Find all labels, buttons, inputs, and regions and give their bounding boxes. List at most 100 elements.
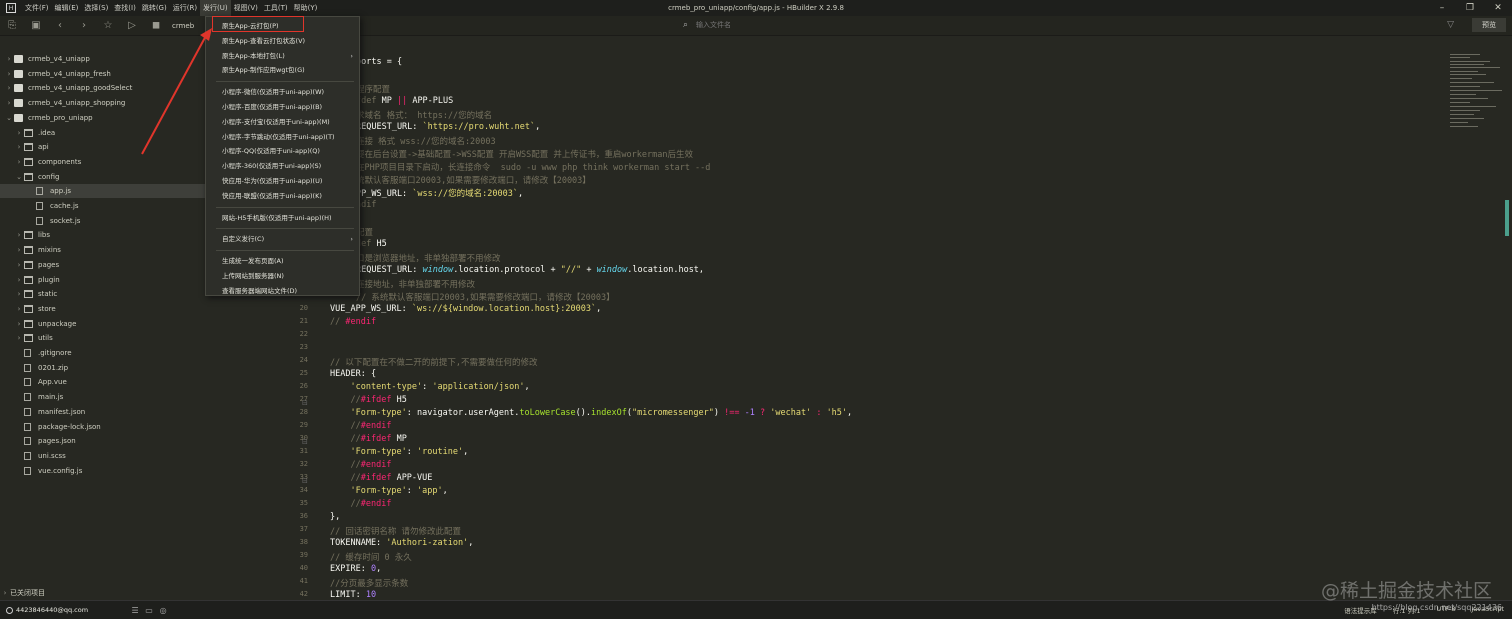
code-line[interactable]: //分页最多显示条数 [330,577,408,589]
publish-menu-item[interactable]: 快应用-华为(仅适用于uni-app)(U) [206,174,359,188]
file-search[interactable]: ⌕ 输入文件名 [683,20,731,30]
file-item[interactable]: package-lock.json [14,420,101,434]
vertical-scrollbar[interactable] [1505,200,1509,236]
code-line[interactable]: PP_WS_URL: `wss://您的域名:20003`, [356,187,523,199]
preview-button[interactable]: 预览 [1472,18,1506,32]
folder-item[interactable]: › unpackage [14,317,76,331]
publish-menu-item[interactable]: 小程序-360(仅适用于uni-app)(S) [206,159,359,173]
file-item[interactable]: App.vue [14,375,67,389]
closed-projects[interactable]: › 已关闭项目 [0,586,282,600]
fold-marker-icon[interactable]: ⊟ [302,477,308,485]
file-item[interactable]: main.js [14,390,63,404]
code-line[interactable]: HEADER: { [330,369,376,379]
code-line[interactable]: 'Form-type': navigator.userAgent.toLower… [330,408,852,418]
project-item[interactable]: ⌄ crmeb_pro_uniapp [4,111,93,125]
code-line[interactable]: REQUEST_URL: `https://pro.wuht.net`, [356,122,540,132]
globe-icon[interactable]: ◎ [156,606,170,615]
folder-item[interactable]: › api [14,140,49,154]
menu-item[interactable]: 帮助(Y) [291,0,321,16]
code-line[interactable]: ports = { [356,57,402,67]
publish-menu-item[interactable]: 网站-H5手机版(仅适用于uni-app)(H) [206,211,359,225]
project-item[interactable]: › crmeb_v4_uniapp_shopping [4,96,125,110]
file-item[interactable]: uni.scss [14,449,66,463]
code-line[interactable]: def H5 [356,239,387,249]
menu-item[interactable]: 运行(R) [170,0,200,16]
code-line[interactable]: fdef MP || APP-PLUS [356,96,453,106]
publish-menu-item[interactable]: 生成统一发布页面(A) [206,254,359,268]
close-icon[interactable]: ✕ [1484,0,1512,16]
project-item[interactable]: › crmeb_v4_uniapp_fresh [4,67,111,81]
maximize-icon[interactable]: ❐ [1456,0,1484,16]
folder-item[interactable]: › static [14,287,57,301]
file-search-input[interactable]: 输入文件名 [696,20,731,30]
menu-item[interactable]: 发行(U) [200,0,231,16]
save-icon[interactable]: ▣ [24,20,48,31]
code-line[interactable]: LIMIT: 10 [330,590,376,600]
favorite-icon[interactable]: ☆ [96,20,120,31]
folder-item[interactable]: › plugin [14,273,60,287]
code-line[interactable]: TOKENNAME: 'Authori-zation', [330,538,473,548]
code-line[interactable]: // 系统默认客服端口20003,如果需要修改端口，请修改【20003】 [356,291,615,303]
code-line[interactable]: 求域名 格式： https://您的域名 [356,109,492,121]
file-item[interactable]: vue.config.js [14,464,82,478]
code-line[interactable]: EXPIRE: 0, [330,564,381,574]
code-line[interactable]: 口是浏览器地址，非单独部署不用修改 [356,252,501,264]
code-line[interactable]: // #endif [330,317,376,327]
code-line[interactable]: 要在后台设置->基础配置->WSS配置 开启WSS配置 并上传证书，重启work… [356,148,693,160]
code-line[interactable]: //#ifdef H5 [330,395,406,405]
folder-item[interactable]: › .idea [14,126,55,140]
filter-icon[interactable]: ▽ [1447,20,1454,30]
publish-menu-item[interactable]: 上传网站到服务器(N) [206,269,359,283]
minimize-icon[interactable]: – [1428,0,1456,16]
code-line[interactable]: 'content-type': 'application/json', [330,382,529,392]
publish-menu-item[interactable]: 自定义发行(C) › [206,232,359,246]
menu-item[interactable]: 选择(S) [81,0,111,16]
file-item[interactable]: pages.json [14,434,76,448]
fold-marker-icon[interactable]: ⊟ [302,438,308,446]
code-line[interactable]: REQUEST_URL: window.location.protocol + … [356,265,704,275]
code-line[interactable]: 统默认客服端口20003,如果需要修改端口，请修改【20003】 [356,174,591,186]
project-item[interactable]: › crmeb_v4_uniapp [4,52,90,66]
code-line[interactable]: VUE_APP_WS_URL: `ws://${window.location.… [330,304,601,314]
publish-menu-item[interactable]: 快应用-联盟(仅适用于uni-app)(K) [206,189,359,203]
menu-item[interactable]: 视图(V) [231,0,261,16]
folder-item[interactable]: › mixins [14,243,61,257]
publish-menu-item[interactable]: 查看服务器端网站文件(D) [206,284,359,298]
user-account[interactable]: 4423846440@qq.com [6,606,88,614]
project-item[interactable]: › crmeb_v4_uniapp_goodSelect [4,81,132,95]
folder-item[interactable]: › store [14,302,56,316]
code-line[interactable]: }, [330,512,340,522]
image-icon[interactable]: ▭ [142,606,156,615]
code-line[interactable]: //#endif [330,460,391,470]
menu-item[interactable]: 编辑(E) [52,0,82,16]
menu-item[interactable]: 工具(T) [261,0,291,16]
new-file-icon[interactable]: ⎘ [0,20,24,31]
folder-item[interactable]: › pages [14,258,59,272]
code-line[interactable]: 'Form-type': 'routine', [330,447,468,457]
code-line[interactable]: 连接地址，非单独部署不用修改 [356,278,475,290]
file-item[interactable]: manifest.json [14,405,85,419]
menu-item[interactable]: 文件(F) [22,0,52,16]
code-line[interactable]: 连接 格式 wss://您的域名:20003 [356,135,496,147]
file-item[interactable]: socket.js [26,214,80,228]
code-line[interactable]: 'Form-type': 'app', [330,486,447,496]
minimap[interactable] [1446,52,1508,132]
folder-item[interactable]: › utils [14,331,53,345]
code-line[interactable]: // 以下配置在不做二开的前提下,不需要做任何的修改 [330,356,537,368]
code-line[interactable]: // 回话密钥名称 请勿修改此配置 [330,525,461,537]
code-line[interactable]: // 缓存时间 0 永久 [330,551,412,563]
file-item[interactable]: 0201.zip [14,361,68,375]
folder-item[interactable]: › libs [14,228,50,242]
file-item[interactable]: cache.js [26,199,79,213]
forward-icon[interactable]: › [72,20,96,31]
code-line[interactable]: //#endif [330,421,391,431]
file-item[interactable]: .gitignore [14,346,72,360]
code-line[interactable]: 在PHP项目目录下启动，长连接命令 sudo -u www php think … [356,161,710,173]
code-line[interactable]: //#ifdef MP [330,434,406,444]
folder-item[interactable]: ⌄ config [14,170,59,184]
fold-marker-icon[interactable]: ⊟ [302,399,308,407]
menu-item[interactable]: 查找(I) [111,0,139,16]
code-editor[interactable]: ports = {程序配置 fdef MP || APP-PLUS 求域名 格式： … [312,37,1442,600]
back-icon[interactable]: ‹ [48,20,72,31]
menu-item[interactable]: 跳转(G) [139,0,170,16]
